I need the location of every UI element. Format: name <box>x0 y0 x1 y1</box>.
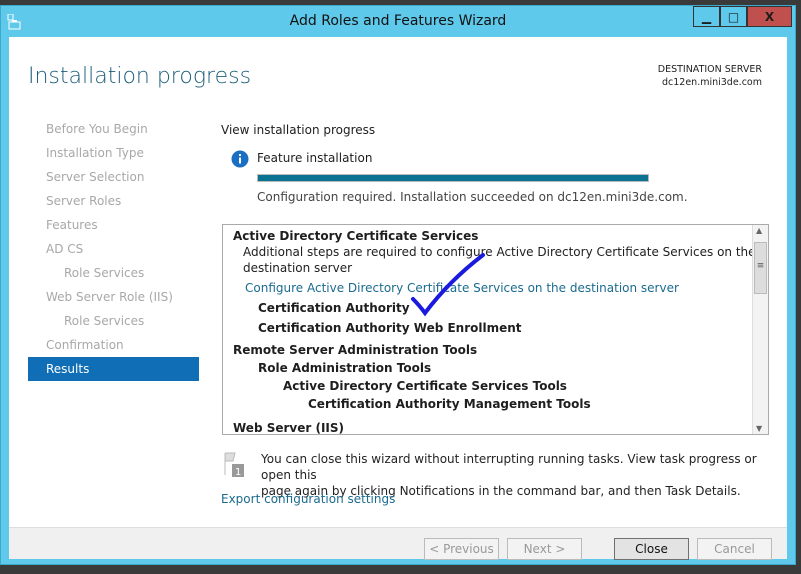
checkmark-annotation <box>411 253 485 317</box>
scroll-thumb[interactable]: ≡ <box>754 242 767 294</box>
installation-status: Configuration required. Installation suc… <box>257 190 688 204</box>
wizard-body: Installation progress DESTINATION SERVER… <box>9 37 787 560</box>
info-icon <box>231 150 249 168</box>
scroll-up-icon[interactable]: ▲ <box>756 226 762 235</box>
nav-item[interactable]: Role Services <box>28 309 199 333</box>
nav-item[interactable]: Server Roles <box>28 189 199 213</box>
window-title: Add Roles and Features Wizard <box>289 13 507 29</box>
close-window-button[interactable]: X <box>747 6 792 27</box>
nav-item[interactable]: Features <box>28 213 199 237</box>
destination-server: DESTINATION SERVER dc12en.mini3de.com <box>658 63 762 89</box>
result-item: Certification Authority Management Tools <box>308 397 591 411</box>
nav-item[interactable]: Installation Type <box>28 141 199 165</box>
minimize-button[interactable]: ▁ <box>693 6 720 27</box>
wizard-window: Add Roles and Features Wizard ▁ □ X Inst… <box>0 5 796 565</box>
next-button[interactable]: Next > <box>507 538 582 560</box>
result-item: Certification Authority Web Enrollment <box>258 321 522 335</box>
close-button[interactable]: Close <box>614 538 689 560</box>
wizard-nav: Before You Begin Installation Type Server … <box>28 117 199 381</box>
results-list: Active Directory Certificate Services Add… <box>222 224 769 435</box>
page-title: Installation progress <box>28 64 252 89</box>
section-title: View installation progress <box>221 123 376 137</box>
previous-button[interactable]: < Previous <box>424 538 499 560</box>
svg-text:1: 1 <box>235 467 241 478</box>
nav-item[interactable]: AD CS <box>28 237 199 261</box>
nav-item[interactable]: Web Server Role (IIS) <box>28 285 199 309</box>
result-item: Additional steps are required to configu… <box>243 245 756 259</box>
export-configuration-link[interactable]: Export configuration settings <box>221 492 395 506</box>
result-item: Web Server (IIS) <box>233 421 345 435</box>
destination-label: DESTINATION SERVER <box>657 64 762 75</box>
progress-bar <box>257 174 649 182</box>
maximize-button[interactable]: □ <box>720 6 747 27</box>
nav-item[interactable]: Server Selection <box>28 165 199 189</box>
result-item: Active Directory Certificate Services <box>233 229 479 243</box>
cancel-button[interactable]: Cancel <box>697 538 772 560</box>
feature-installation-label: Feature installation <box>257 151 373 165</box>
result-item: Certification Authority <box>258 301 410 315</box>
notice-line: You can close this wizard without interr… <box>261 452 757 482</box>
wizard-footer: < Previous Next > Close Cancel <box>9 527 787 560</box>
result-item: Role Administration Tools <box>258 361 432 375</box>
nav-item[interactable]: Confirmation <box>28 333 199 357</box>
notification-flag-icon: 1 <box>224 452 244 478</box>
scroll-down-icon[interactable]: ▼ <box>756 424 762 433</box>
nav-item[interactable]: Before You Begin <box>28 117 199 141</box>
result-item: Remote Server Administration Tools <box>233 343 478 357</box>
progress-fill <box>258 175 648 181</box>
nav-item[interactable]: Role Services <box>28 261 199 285</box>
result-item: Active Directory Certificate Services To… <box>283 379 567 393</box>
nav-item[interactable]: Results <box>28 357 199 381</box>
results-scrollbar[interactable]: ▲ ≡ ▼ <box>752 225 768 434</box>
result-item: destination server <box>243 261 353 275</box>
destination-server-name: dc12en.mini3de.com <box>661 77 762 88</box>
